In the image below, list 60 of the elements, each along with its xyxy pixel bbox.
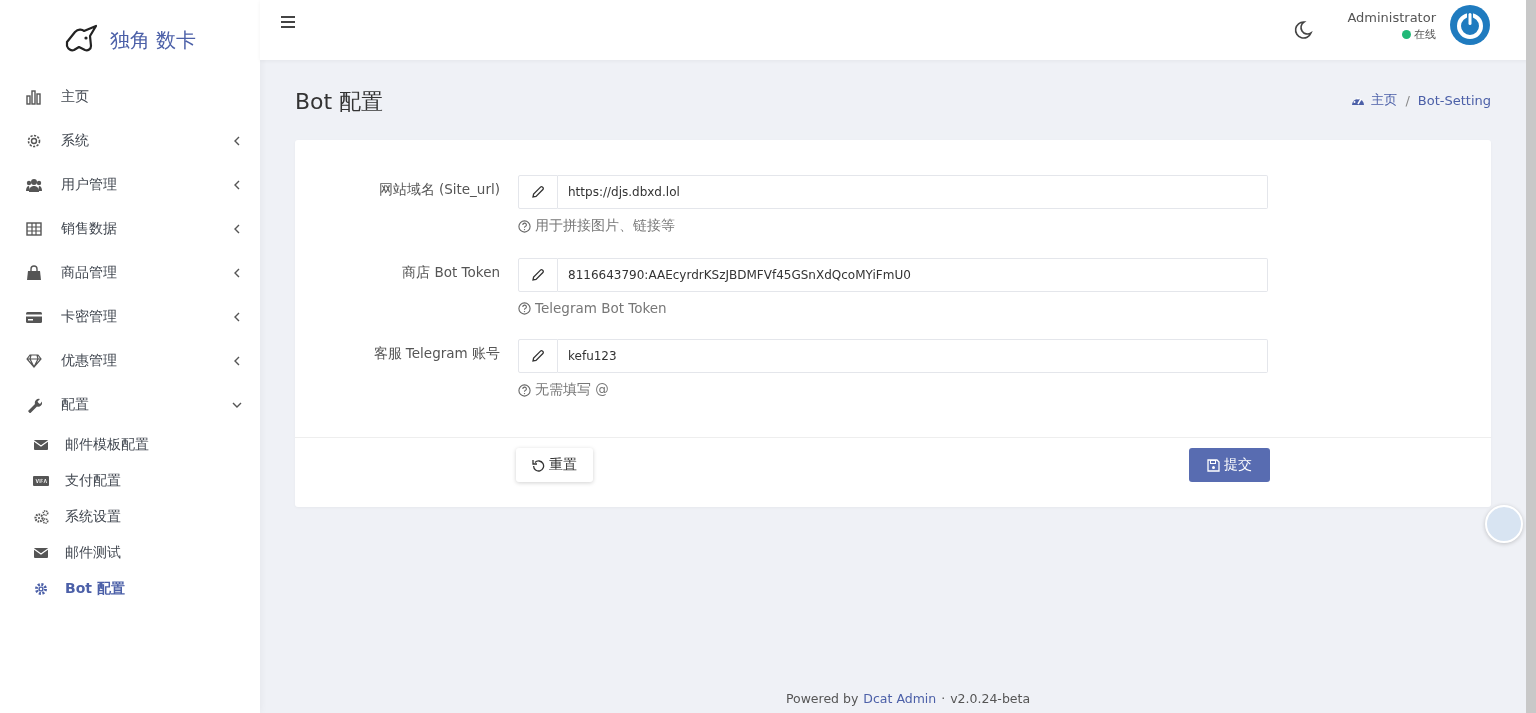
chat-avatar[interactable] (1485, 505, 1523, 543)
sidebar-item[interactable]: 卡密管理 (0, 295, 260, 339)
wrench-icon (26, 397, 42, 413)
users-icon (26, 177, 42, 193)
sidebar-subitem[interactable]: 邮件模板配置 (0, 427, 260, 463)
field-label: 网站域名 (Site_url) (377, 180, 501, 199)
envelope-icon (33, 545, 49, 561)
help-text: Telegram Bot Token (535, 300, 667, 316)
table-icon (26, 221, 42, 237)
gears-icon (33, 509, 49, 525)
undo-icon (532, 458, 545, 472)
moon-icon (1293, 20, 1314, 40)
submit-button[interactable]: 提交 (1189, 448, 1270, 482)
sidebar-subitem[interactable]: 邮件测试 (0, 535, 260, 571)
diamond-icon (26, 353, 42, 369)
gear-icon (33, 581, 49, 597)
brand-name: 独角 数卡 (110, 26, 197, 54)
visa-card-icon (33, 473, 49, 489)
envelope-icon (33, 437, 49, 453)
sidebar-subitem[interactable]: Bot 配置 (0, 571, 260, 607)
sidebar-item[interactable]: 配置 (0, 383, 260, 427)
breadcrumb-link[interactable]: 主页 (1371, 91, 1398, 109)
sidebar-item[interactable]: 销售数据 (0, 207, 260, 251)
help-text: 用于拼接图片、链接等 (535, 217, 675, 235)
footer-text: Powered by (785, 690, 859, 706)
sidebar-item[interactable]: 用户管理 (0, 163, 260, 207)
sidebar-item[interactable]: 主页 (0, 75, 260, 119)
input-field[interactable]: kefu123 (558, 339, 1268, 373)
sidebar-item[interactable]: 商品管理 (0, 251, 260, 295)
menu-icon (280, 15, 296, 29)
question-circle-icon (518, 219, 531, 233)
help-text: 无需填写 @ (535, 381, 609, 399)
sidebar-subitem[interactable]: 系统设置 (0, 499, 260, 535)
question-circle-icon (518, 301, 531, 315)
scrollbar[interactable] (1526, 0, 1536, 713)
power-avatar-icon (1450, 5, 1490, 45)
breadcrumb-separator: / (1405, 92, 1410, 108)
field-label: 客服 Telegram 账号 (372, 344, 501, 363)
shopping-bag-icon (26, 265, 42, 281)
version-text: v2.0.24-beta (950, 690, 1031, 706)
sidebar-item[interactable]: 系统 (0, 119, 260, 163)
field-label: 商店 Bot Token (401, 263, 501, 282)
breadcrumb-link[interactable]: Bot-Setting (1417, 92, 1491, 108)
reset-button[interactable]: 重置 (516, 448, 593, 482)
sidebar-item[interactable]: 优惠管理 (0, 339, 260, 383)
user-name: Administrator (1347, 10, 1436, 25)
sidebar-subitem[interactable]: 支付配置 (0, 463, 260, 499)
user-status: 在线 (1414, 27, 1436, 42)
settings-icon (26, 133, 42, 149)
input-field[interactable]: 8116643790:AAEcyrdrKSzJBDMFVf45GSnXdQcoMYiFmU0 (558, 258, 1268, 292)
question-circle-icon (518, 383, 531, 397)
page-title: Bot 配置 (295, 88, 384, 116)
footer-separator: · (941, 690, 946, 706)
pencil-icon (531, 349, 545, 363)
credit-card-icon (26, 309, 42, 325)
footer-link[interactable]: Dcat Admin (863, 690, 937, 706)
pencil-icon (531, 185, 545, 199)
bar-chart-icon (26, 89, 42, 105)
input-field[interactable]: https://djs.dbxd.lol (558, 175, 1268, 209)
pencil-icon (531, 268, 545, 282)
